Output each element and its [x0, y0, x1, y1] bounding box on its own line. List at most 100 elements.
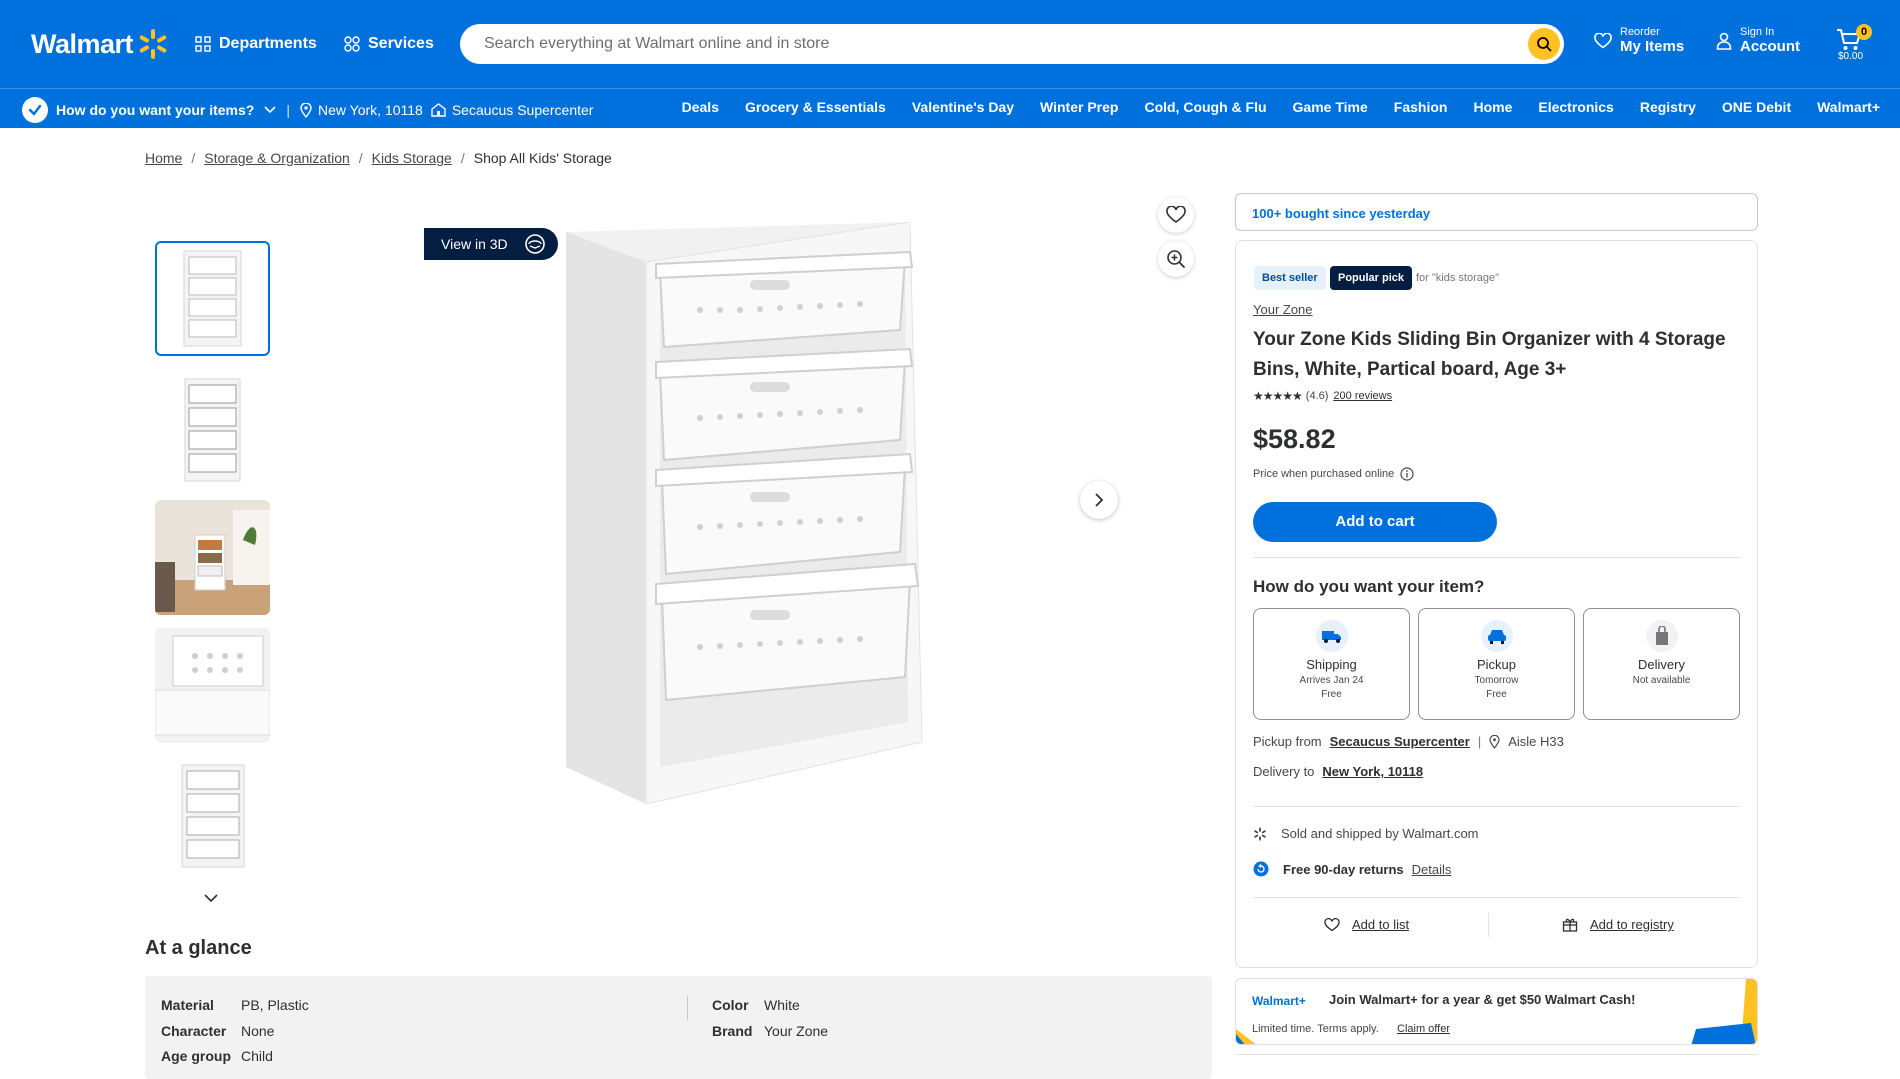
add-to-registry-label: Add to registry	[1590, 917, 1674, 932]
divider: |	[286, 102, 290, 118]
best-seller-badge: Best seller	[1254, 266, 1326, 290]
thumbnail-2[interactable]	[155, 373, 270, 488]
breadcrumb-separator: /	[460, 150, 465, 166]
spec-value: Child	[241, 1048, 273, 1064]
bin-closeup-image	[155, 628, 270, 743]
room-scene-image	[155, 500, 270, 615]
popular-pick-badge: Popular pick	[1330, 266, 1413, 290]
divider	[1253, 897, 1740, 898]
walmart-plus-logo: Walmart+	[1252, 994, 1306, 1008]
badge-context: for "kids storage"	[1416, 272, 1500, 284]
thumbnail-5[interactable]	[155, 757, 270, 872]
nav-grocery[interactable]: Grocery & Essentials	[745, 99, 886, 115]
delivery-option[interactable]: Delivery Not available	[1583, 608, 1740, 720]
cart-count-badge: 0	[1856, 24, 1872, 40]
shipping-truck-icon	[1315, 620, 1348, 652]
zoom-button[interactable]	[1158, 241, 1194, 277]
rating-summary: ★★★★★ (4.6) 200 reviews	[1253, 389, 1392, 403]
divider	[687, 996, 688, 1020]
fulfillment-selector[interactable]: How do you want your items? | New York, …	[22, 97, 601, 123]
gift-icon	[1562, 918, 1578, 932]
how-label: How do you want your items?	[56, 102, 255, 118]
services-label: Services	[368, 35, 434, 52]
search-icon	[1537, 37, 1552, 52]
cart-button[interactable]: 0 $0.00	[1836, 24, 1876, 64]
nav-winter-prep[interactable]: Winter Prep	[1040, 99, 1118, 115]
option-detail: Arrives Jan 24	[1299, 675, 1364, 686]
reorder-big: My Items	[1620, 38, 1685, 55]
add-to-list-button[interactable]: Add to list	[1324, 917, 1409, 932]
add-to-cart-button[interactable]: Add to cart	[1253, 502, 1497, 542]
walmart-plus-promo[interactable]: Walmart+ Join Walmart+ for a year & get …	[1235, 978, 1758, 1045]
pickup-option[interactable]: Pickup Tomorrow Free	[1418, 608, 1575, 720]
walmart-plus-fine-print: Limited time. Terms apply.	[1252, 1023, 1379, 1035]
rating-value: (4.6)	[1305, 390, 1329, 402]
brand-link[interactable]: Your Zone	[1253, 302, 1313, 317]
spec-key: Material	[161, 997, 214, 1013]
thumbnail-1[interactable]	[155, 241, 270, 356]
nav-electronics[interactable]: Electronics	[1538, 99, 1613, 115]
walmart-plus-message: Join Walmart+ for a year & get $50 Walma…	[1329, 992, 1636, 1007]
returns-details-link[interactable]: Details	[1412, 862, 1452, 877]
search-input[interactable]	[484, 35, 1484, 53]
store-selector[interactable]: Secaucus Supercenter	[431, 102, 593, 118]
info-icon[interactable]	[1400, 467, 1414, 481]
promo-decoration	[1236, 979, 1757, 1044]
thumbnail-4[interactable]	[155, 628, 270, 743]
reviews-link[interactable]: 200 reviews	[1333, 390, 1392, 402]
nav-cold-flu[interactable]: Cold, Cough & Flu	[1144, 99, 1266, 115]
sold-by-text: Sold and shipped by Walmart.com	[1281, 826, 1479, 841]
search-button[interactable]	[1528, 28, 1560, 60]
search-bar	[460, 24, 1564, 64]
organizer-front-image	[181, 764, 245, 868]
breadcrumb-kids-storage[interactable]: Kids Storage	[372, 150, 452, 166]
breadcrumb-storage[interactable]: Storage & Organization	[204, 150, 350, 166]
nav-home[interactable]: Home	[1473, 99, 1512, 115]
delivery-bag-icon	[1645, 620, 1678, 652]
add-to-registry-button[interactable]: Add to registry	[1562, 917, 1674, 932]
nav-one-debit[interactable]: ONE Debit	[1722, 99, 1791, 115]
heart-icon	[1166, 206, 1186, 223]
spec-value: PB, Plastic	[241, 997, 309, 1013]
chevron-down-icon[interactable]	[203, 893, 219, 903]
next-image-button[interactable]	[1080, 481, 1118, 519]
nav-registry[interactable]: Registry	[1640, 99, 1696, 115]
location-selector[interactable]: New York, 10118	[300, 102, 423, 118]
breadcrumb-home[interactable]: Home	[145, 150, 182, 166]
pickup-store-link[interactable]: Secaucus Supercenter	[1330, 734, 1470, 749]
product-title: Your Zone Kids Sliding Bin Organizer wit…	[1253, 329, 1726, 380]
spec-key: Character	[161, 1023, 227, 1039]
zoom-in-icon	[1167, 250, 1186, 269]
option-detail: Not available	[1632, 675, 1691, 686]
account-button[interactable]: Sign In Account	[1716, 26, 1800, 55]
delivery-location-link[interactable]: New York, 10118	[1322, 764, 1423, 779]
heart-icon	[1594, 32, 1612, 49]
shipping-option[interactable]: Shipping Arrives Jan 24 Free	[1253, 608, 1410, 720]
nav-walmart-plus[interactable]: Walmart+	[1817, 99, 1880, 115]
departments-button[interactable]: Departments	[195, 31, 317, 57]
option-name: Shipping	[1306, 657, 1357, 672]
breadcrumb: Home / Storage & Organization / Kids Sto…	[145, 150, 612, 166]
option-price: Free	[1486, 689, 1507, 700]
spec-row: Brand Your Zone	[712, 1023, 828, 1039]
breadcrumb-separator: /	[358, 150, 363, 166]
view-in-3d-button[interactable]: View in 3D	[424, 228, 558, 260]
nav-game-time[interactable]: Game Time	[1293, 99, 1368, 115]
logo-text: Walmart	[31, 28, 134, 59]
nav-deals[interactable]: Deals	[682, 99, 719, 115]
price-note-text: Price when purchased online	[1253, 468, 1395, 480]
walmart-logo[interactable]: Walmart	[31, 26, 169, 62]
at-a-glance-panel: Material PB, Plastic Character None Age gr…	[145, 976, 1212, 1079]
price-note: Price when purchased online	[1253, 467, 1414, 481]
pickup-info: Pickup from Secaucus Supercenter | Aisle…	[1253, 734, 1564, 749]
nav-valentines[interactable]: Valentine's Day	[912, 99, 1014, 115]
claim-offer-link[interactable]: Claim offer	[1397, 1023, 1450, 1035]
nav-fashion[interactable]: Fashion	[1394, 99, 1448, 115]
services-button[interactable]: Services	[344, 31, 434, 57]
returns-text: Free 90-day returns	[1283, 861, 1404, 877]
signin-small: Sign In	[1740, 26, 1775, 38]
favorite-button[interactable]	[1158, 197, 1194, 233]
reorder-button[interactable]: Reorder My Items	[1594, 26, 1684, 55]
thumbnail-3[interactable]	[155, 500, 270, 615]
star-rating-icon: ★★★★★	[1253, 389, 1303, 403]
